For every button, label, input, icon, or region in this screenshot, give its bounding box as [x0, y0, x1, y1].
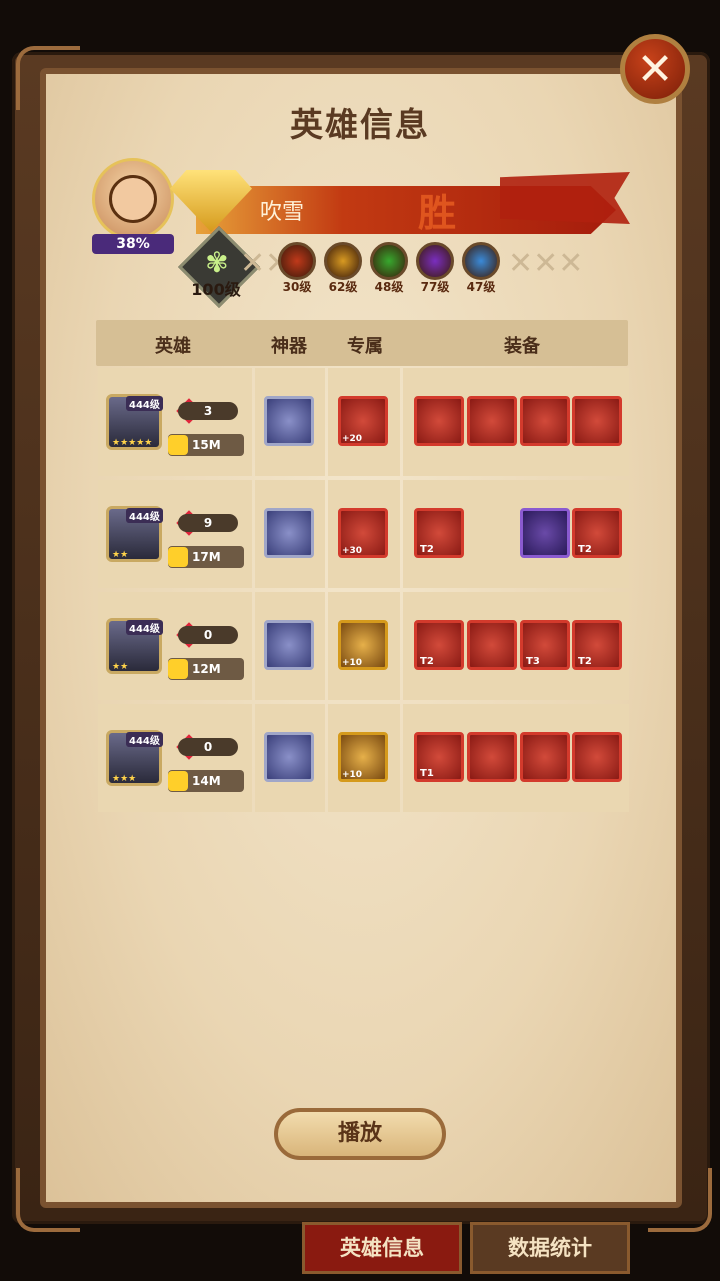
exclusive-level: +30 — [342, 546, 363, 556]
equipment-icon[interactable] — [467, 396, 517, 446]
gem-count: 3 — [178, 402, 238, 420]
header-hero: 英雄 — [155, 336, 191, 357]
equipment-tier: T2 — [420, 544, 434, 555]
page-title: 英雄信息 — [290, 105, 430, 144]
header-equipment: 装备 — [504, 336, 540, 357]
avatar-face-icon — [109, 175, 157, 223]
equipment-tier: T2 — [578, 544, 592, 555]
artifact-icon[interactable] — [264, 508, 314, 558]
flame-faction-icon — [278, 242, 316, 280]
hero-level: 444级 — [126, 396, 163, 411]
header-artifact: 神器 — [271, 336, 307, 357]
equipment-icon[interactable] — [572, 732, 622, 782]
victory-mark: 胜 — [418, 191, 457, 235]
equipment-tier: T2 — [578, 656, 592, 667]
artifact-icon[interactable] — [264, 620, 314, 670]
equipment-icon[interactable] — [520, 396, 570, 446]
player-name: 吹雪 — [260, 200, 305, 225]
equipment-icon[interactable] — [520, 508, 570, 558]
banner-ribbon — [500, 172, 630, 224]
decorative-lattice: ✕✕✕ — [508, 246, 584, 281]
player-level: 100级 — [191, 280, 241, 299]
exclusive-level: +20 — [342, 434, 363, 444]
gem-count: 0 — [178, 626, 238, 644]
fist-icon — [168, 435, 188, 455]
faction-level: 77级 — [420, 280, 450, 294]
hero-stars: ★★ — [112, 662, 129, 672]
equipment-icon[interactable] — [467, 620, 517, 670]
frost-faction-icon — [462, 242, 500, 280]
faction-level: 62级 — [328, 280, 358, 294]
exclusive-level: +10 — [342, 770, 363, 780]
leaf-faction-icon — [370, 242, 408, 280]
faction-level: 48级 — [374, 280, 404, 294]
hero-stars: ★★★★★ — [112, 438, 153, 448]
equipment-icon[interactable] — [520, 732, 570, 782]
equipment-icon[interactable] — [467, 732, 517, 782]
hero-stars: ★★★ — [112, 774, 137, 784]
equipment-icon[interactable] — [414, 396, 464, 446]
hero-level: 444级 — [126, 620, 163, 635]
hero-stars: ★★ — [112, 550, 129, 560]
moon-faction-icon — [416, 242, 454, 280]
tab-statistics[interactable]: 数据统计 — [470, 1222, 630, 1274]
frame-corner-ornament — [16, 1168, 80, 1232]
play-button[interactable]: 播放 — [274, 1108, 446, 1160]
hero-level: 444级 — [126, 508, 163, 523]
exclusive-level: +10 — [342, 658, 363, 668]
sun-faction-icon — [324, 242, 362, 280]
tree-icon: ✾ — [205, 246, 229, 279]
artifact-icon[interactable] — [264, 396, 314, 446]
gem-count: 0 — [178, 738, 238, 756]
fist-icon — [168, 547, 188, 567]
close-button[interactable]: ✕ — [620, 34, 690, 104]
tab-hero-info[interactable]: 英雄信息 — [302, 1222, 462, 1274]
header-exclusive: 专属 — [347, 336, 383, 357]
fist-icon — [168, 659, 188, 679]
faction-level: 47级 — [466, 280, 496, 294]
equipment-icon[interactable] — [572, 396, 622, 446]
frame-corner-ornament — [648, 1168, 712, 1232]
progress-badge: 38% — [92, 234, 174, 254]
faction-level: 30级 — [282, 280, 312, 294]
hero-level: 444级 — [126, 732, 163, 747]
equipment-tier: T3 — [526, 656, 540, 667]
equipment-tier: T1 — [420, 768, 434, 779]
equipment-tier: T2 — [420, 656, 434, 667]
player-avatar[interactable] — [92, 158, 174, 240]
close-icon: ✕ — [636, 43, 674, 95]
fist-icon — [168, 771, 188, 791]
gem-count: 9 — [178, 514, 238, 532]
artifact-icon[interactable] — [264, 732, 314, 782]
